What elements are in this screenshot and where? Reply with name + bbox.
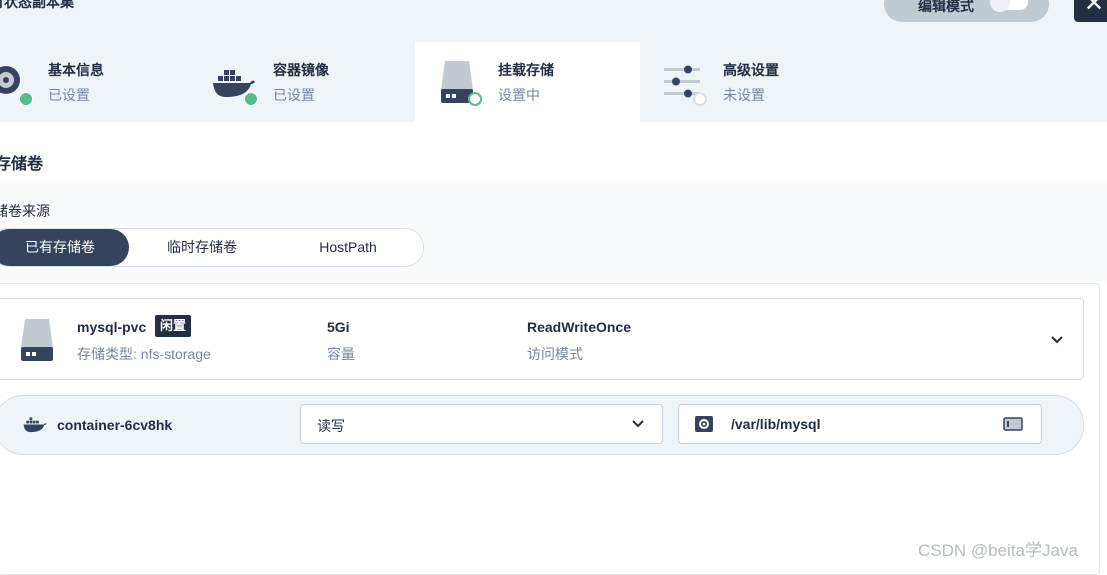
- section-title: 存储卷: [0, 156, 44, 173]
- docker-icon: [23, 417, 47, 433]
- mount-path-value: /var/lib/mysql: [731, 416, 821, 432]
- access-mode-selected: 读写: [317, 418, 345, 434]
- container-name: container-6cv8hk: [57, 417, 173, 433]
- capacity-label: 容量: [327, 346, 355, 362]
- step-name: 基本信息: [48, 62, 104, 78]
- pvc-storage-icon: [21, 319, 53, 361]
- capacity-value: 5Gi: [327, 319, 350, 335]
- chevron-down-icon: [632, 420, 644, 428]
- wizard-steps: 基本信息 已设置 容器镜像 已设置 挂载存储 设置中 高级设置 未设置: [0, 42, 1107, 122]
- status-dot-pending: [693, 92, 707, 106]
- toggle-switch[interactable]: [990, 0, 1028, 12]
- status-dot-done: [244, 92, 258, 106]
- tab-existing-volume[interactable]: 已有存储卷: [0, 229, 129, 266]
- pvc-card[interactable]: [0, 298, 1084, 380]
- volume-source-label: 储卷来源: [0, 203, 50, 219]
- status-badge: 闲置: [155, 315, 192, 337]
- status-dot-in-progress: [468, 92, 482, 106]
- step-status: 设置中: [498, 87, 540, 103]
- access-mode-value: ReadWriteOnce: [527, 319, 631, 335]
- gear-icon: [695, 416, 713, 432]
- step-name: 挂载存储: [498, 62, 554, 78]
- step-status: 已设置: [48, 87, 90, 103]
- close-icon: ✕: [1084, 0, 1105, 17]
- edit-mode-toggle[interactable]: 编辑模式: [884, 0, 1049, 22]
- access-mode-select[interactable]: 读写: [300, 404, 663, 444]
- access-mode-label: 访问模式: [527, 346, 583, 362]
- close-button[interactable]: ✕: [1074, 0, 1107, 22]
- step-name: 容器镜像: [273, 62, 329, 78]
- step-advanced-settings[interactable]: 高级设置 未设置: [640, 42, 865, 122]
- mount-path-input[interactable]: /var/lib/mysql: [678, 404, 1042, 444]
- edit-mode-label: 编辑模式: [918, 0, 974, 14]
- status-dot-done: [19, 92, 33, 106]
- terminal-icon[interactable]: [1003, 417, 1023, 431]
- modal-header: 有状态副本集 编辑模式 ✕: [0, 0, 1107, 43]
- pvc-storage-type: 存储类型: nfs-storage: [77, 346, 211, 362]
- chevron-down-icon[interactable]: [1048, 330, 1066, 348]
- step-name: 高级设置: [723, 62, 779, 78]
- step-status: 已设置: [273, 87, 315, 103]
- step-status: 未设置: [723, 87, 765, 103]
- watermark: CSDN @beita学Java: [918, 541, 1078, 560]
- modal-title: 有状态副本集: [0, 0, 74, 10]
- pvc-name: mysql-pvc: [77, 319, 147, 335]
- step-container-image[interactable]: 容器镜像 已设置: [192, 42, 417, 122]
- tab-hostpath[interactable]: HostPath: [275, 229, 421, 266]
- volume-source-tabs: 已有存储卷 临时存储卷 HostPath: [0, 228, 424, 267]
- tab-temporary-volume[interactable]: 临时存储卷: [129, 229, 275, 266]
- step-mount-storage[interactable]: 挂载存储 设置中: [415, 42, 640, 122]
